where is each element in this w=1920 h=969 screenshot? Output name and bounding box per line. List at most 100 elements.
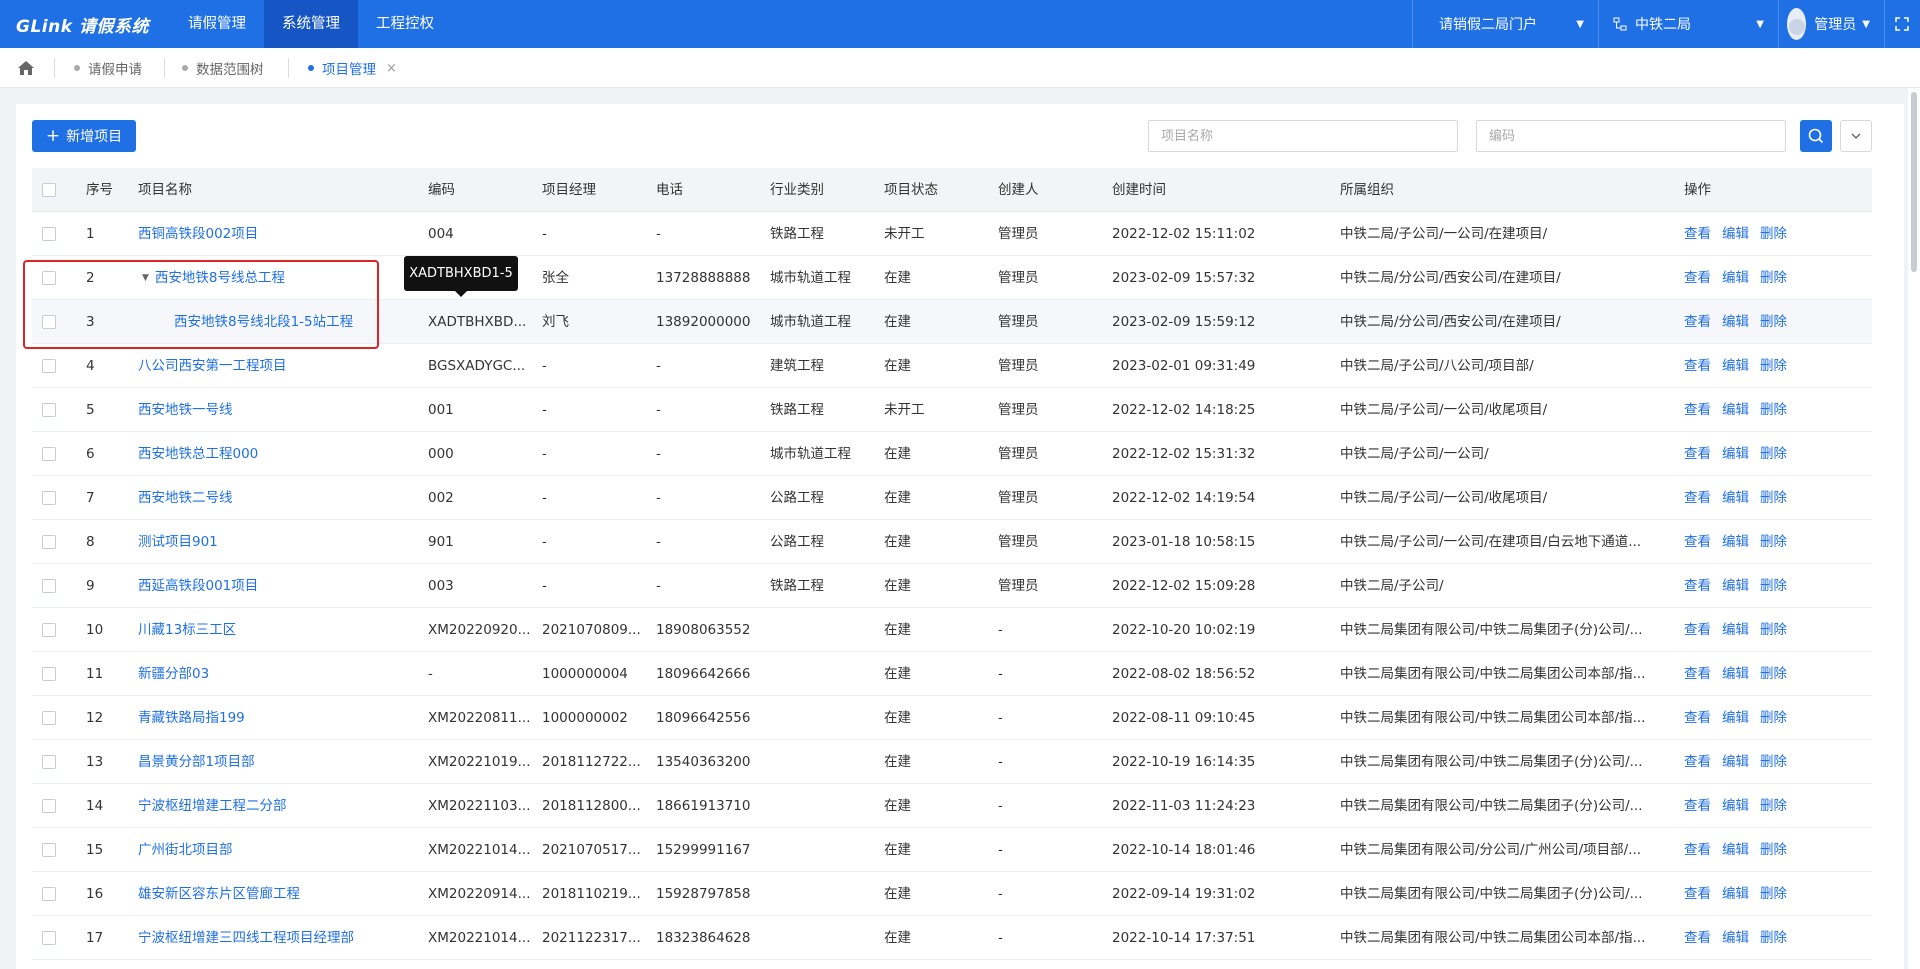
row-checkbox[interactable] xyxy=(42,711,56,725)
edit-link[interactable]: 编辑 xyxy=(1722,256,1749,300)
app-logo[interactable]: GLink 请假系统 xyxy=(16,12,149,37)
edit-link[interactable]: 编辑 xyxy=(1722,916,1749,960)
edit-link[interactable]: 编辑 xyxy=(1722,212,1749,256)
project-name[interactable]: 西延高铁段001项目 xyxy=(138,564,418,608)
delete-link[interactable]: 删除 xyxy=(1760,828,1787,872)
view-link[interactable]: 查看 xyxy=(1684,564,1711,608)
nav-project-permission[interactable]: 工程控权 xyxy=(358,0,452,48)
project-name[interactable]: 西安地铁二号线 xyxy=(138,476,418,520)
expand-filter-button[interactable] xyxy=(1840,120,1872,152)
delete-link[interactable]: 删除 xyxy=(1760,476,1787,520)
home-icon[interactable] xyxy=(17,60,35,76)
row-checkbox[interactable] xyxy=(42,755,56,769)
project-name-text[interactable]: 测试项目901 xyxy=(138,534,218,550)
view-link[interactable]: 查看 xyxy=(1684,300,1711,344)
edit-link[interactable]: 编辑 xyxy=(1722,740,1749,784)
scrollbar-thumb[interactable] xyxy=(1911,92,1917,272)
fullscreen-button[interactable] xyxy=(1884,0,1920,48)
row-checkbox[interactable] xyxy=(42,799,56,813)
project-name[interactable]: 雄安新区容东片区管廊工程 xyxy=(138,872,418,916)
project-name[interactable]: 西安地铁8号线北段1-5站工程 xyxy=(174,300,418,344)
nav-system-management[interactable]: 系统管理 xyxy=(264,0,358,48)
project-name[interactable]: 广州街北项目部 xyxy=(138,828,418,872)
delete-link[interactable]: 删除 xyxy=(1760,696,1787,740)
view-link[interactable]: 查看 xyxy=(1684,872,1711,916)
project-name-text[interactable]: 宁波枢纽增建工程二分部 xyxy=(138,798,287,814)
view-link[interactable]: 查看 xyxy=(1684,784,1711,828)
row-checkbox[interactable] xyxy=(42,359,56,373)
user-menu[interactable]: 管理员 ▼ xyxy=(1778,0,1884,48)
project-name[interactable]: 测试项目901 xyxy=(138,520,418,564)
close-icon[interactable]: × xyxy=(386,61,397,76)
delete-link[interactable]: 删除 xyxy=(1760,300,1787,344)
row-checkbox[interactable] xyxy=(42,315,56,329)
row-checkbox[interactable] xyxy=(42,491,56,505)
delete-link[interactable]: 删除 xyxy=(1760,256,1787,300)
edit-link[interactable]: 编辑 xyxy=(1722,476,1749,520)
delete-link[interactable]: 删除 xyxy=(1760,212,1787,256)
edit-link[interactable]: 编辑 xyxy=(1722,608,1749,652)
view-link[interactable]: 查看 xyxy=(1684,696,1711,740)
expand-arrow-icon[interactable]: ▼ xyxy=(142,256,149,300)
row-checkbox[interactable] xyxy=(42,535,56,549)
delete-link[interactable]: 删除 xyxy=(1760,872,1787,916)
project-name[interactable]: ▼ 西安地铁8号线总工程 xyxy=(142,256,418,300)
project-name-text[interactable]: 宁波枢纽增建三四线工程项目经理部 xyxy=(138,930,354,946)
project-name[interactable]: 昌景黄分部1项目部 xyxy=(138,740,418,784)
code-input[interactable] xyxy=(1476,120,1786,152)
view-link[interactable]: 查看 xyxy=(1684,432,1711,476)
delete-link[interactable]: 删除 xyxy=(1760,432,1787,476)
project-name-text[interactable]: 八公司西安第一工程项目 xyxy=(138,358,287,374)
row-checkbox[interactable] xyxy=(42,931,56,945)
delete-link[interactable]: 删除 xyxy=(1760,344,1787,388)
page-scrollbar[interactable] xyxy=(1908,88,1920,969)
project-name-text[interactable]: 广州街北项目部 xyxy=(138,842,233,858)
tab-data-scope-tree[interactable]: 数据范围树 xyxy=(182,48,264,88)
delete-link[interactable]: 删除 xyxy=(1760,740,1787,784)
delete-link[interactable]: 删除 xyxy=(1760,652,1787,696)
edit-link[interactable]: 编辑 xyxy=(1722,564,1749,608)
portal-select[interactable]: 请销假二局门户 ▼ xyxy=(1412,0,1598,48)
view-link[interactable]: 查看 xyxy=(1684,828,1711,872)
project-name-text[interactable]: 雄安新区容东片区管廊工程 xyxy=(138,886,300,902)
edit-link[interactable]: 编辑 xyxy=(1722,696,1749,740)
view-link[interactable]: 查看 xyxy=(1684,652,1711,696)
view-link[interactable]: 查看 xyxy=(1684,520,1711,564)
edit-link[interactable]: 编辑 xyxy=(1722,784,1749,828)
delete-link[interactable]: 删除 xyxy=(1760,608,1787,652)
delete-link[interactable]: 删除 xyxy=(1760,388,1787,432)
search-button[interactable] xyxy=(1800,120,1832,152)
row-checkbox[interactable] xyxy=(42,403,56,417)
edit-link[interactable]: 编辑 xyxy=(1722,344,1749,388)
tab-project-management[interactable]: 项目管理 × xyxy=(308,48,397,88)
view-link[interactable]: 查看 xyxy=(1684,256,1711,300)
tab-leave-request[interactable]: 请假申请 xyxy=(74,48,142,88)
view-link[interactable]: 查看 xyxy=(1684,344,1711,388)
project-name-input[interactable] xyxy=(1148,120,1458,152)
edit-link[interactable]: 编辑 xyxy=(1722,520,1749,564)
delete-link[interactable]: 删除 xyxy=(1760,564,1787,608)
row-checkbox[interactable] xyxy=(42,623,56,637)
delete-link[interactable]: 删除 xyxy=(1760,784,1787,828)
row-checkbox[interactable] xyxy=(42,887,56,901)
project-name[interactable]: 西安地铁一号线 xyxy=(138,388,418,432)
edit-link[interactable]: 编辑 xyxy=(1722,652,1749,696)
project-name[interactable]: 西铜高铁段002项目 xyxy=(138,212,418,256)
view-link[interactable]: 查看 xyxy=(1684,916,1711,960)
project-name[interactable]: 西安地铁总工程000 xyxy=(138,432,418,476)
project-name-text[interactable]: 川藏13标三工区 xyxy=(138,622,236,638)
view-link[interactable]: 查看 xyxy=(1684,608,1711,652)
view-link[interactable]: 查看 xyxy=(1684,212,1711,256)
project-name-text[interactable]: 西安地铁二号线 xyxy=(138,490,233,506)
view-link[interactable]: 查看 xyxy=(1684,740,1711,784)
project-name-text[interactable]: 西安地铁8号线总工程 xyxy=(155,270,285,286)
project-name[interactable]: 川藏13标三工区 xyxy=(138,608,418,652)
edit-link[interactable]: 编辑 xyxy=(1722,872,1749,916)
delete-link[interactable]: 删除 xyxy=(1760,520,1787,564)
view-link[interactable]: 查看 xyxy=(1684,388,1711,432)
view-link[interactable]: 查看 xyxy=(1684,476,1711,520)
edit-link[interactable]: 编辑 xyxy=(1722,828,1749,872)
row-checkbox[interactable] xyxy=(42,447,56,461)
row-checkbox[interactable] xyxy=(42,667,56,681)
edit-link[interactable]: 编辑 xyxy=(1722,300,1749,344)
